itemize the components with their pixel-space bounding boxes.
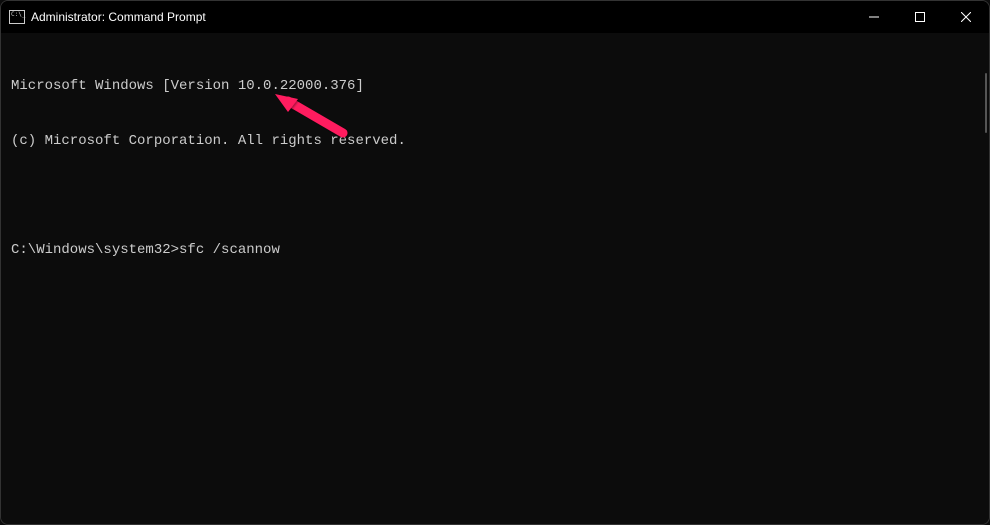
window-controls xyxy=(851,1,989,33)
scrollbar[interactable] xyxy=(985,73,987,133)
command-input[interactable]: sfc /scannow xyxy=(179,242,280,258)
blank-line xyxy=(11,187,979,205)
minimize-button[interactable] xyxy=(851,1,897,33)
title-left: Administrator: Command Prompt xyxy=(9,10,206,24)
maximize-icon xyxy=(915,12,925,22)
maximize-button[interactable] xyxy=(897,1,943,33)
window-title: Administrator: Command Prompt xyxy=(31,10,206,24)
command-prompt-window: Administrator: Command Prompt Micro xyxy=(0,0,990,525)
prompt-path: C:\Windows\system32> xyxy=(11,242,179,258)
close-button[interactable] xyxy=(943,1,989,33)
prompt-line: C:\Windows\system32>sfc /scannow xyxy=(11,241,979,259)
close-icon xyxy=(961,12,971,22)
version-line: Microsoft Windows [Version 10.0.22000.37… xyxy=(11,77,979,95)
copyright-line: (c) Microsoft Corporation. All rights re… xyxy=(11,132,979,150)
minimize-icon xyxy=(869,12,879,22)
title-bar[interactable]: Administrator: Command Prompt xyxy=(1,1,989,33)
cmd-icon xyxy=(9,10,25,24)
terminal-body[interactable]: Microsoft Windows [Version 10.0.22000.37… xyxy=(1,33,989,524)
